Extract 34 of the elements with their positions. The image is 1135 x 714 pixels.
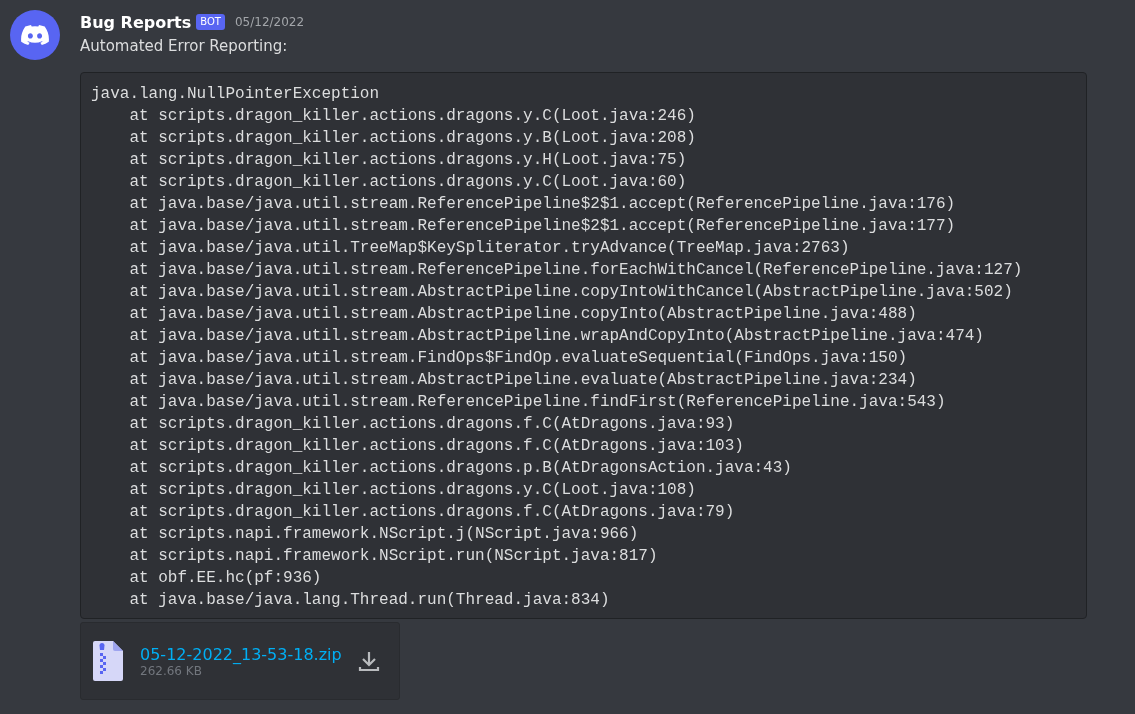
- code-line: at scripts.dragon_killer.actions.dragons.y.C(Loot.java:108): [128, 480, 697, 501]
- file-link[interactable]: 05-12-2022_13-53-18.zip: [140, 644, 357, 664]
- code-line: at java.base/java.util.stream.AbstractPipeline.copyInto(AbstractPipeline.java:488): [128, 304, 918, 325]
- code-line: at java.base/java.util.stream.ReferencePipeline.findFirst(ReferencePipeline.java:543): [128, 392, 947, 413]
- code-line: at java.base/java.util.stream.ReferencePipeline.forEachWithCancel(ReferencePipeline.java:127): [128, 260, 1024, 281]
- code-line: at scripts.dragon_killer.actions.dragons.y.C(Loot.java:246): [128, 106, 697, 127]
- game-controller-icon: [21, 25, 49, 45]
- code-line: at java.base/java.util.TreeMap$KeySpliterator.tryAdvance(TreeMap.java:2763): [128, 238, 851, 259]
- code-line: at scripts.dragon_killer.actions.dragons.f.C(AtDragons.java:103): [128, 436, 745, 457]
- message-text: Automated Error Reporting:: [80, 36, 289, 57]
- code-line: at scripts.dragon_killer.actions.dragons.p.B(AtDragonsAction.java:43): [128, 458, 793, 479]
- file-size: 262.66 KB: [140, 663, 202, 678]
- code-line: at obf.EE.hc(pf:936): [128, 568, 323, 589]
- code-line: at scripts.dragon_killer.actions.dragons.f.C(AtDragons.java:79): [128, 502, 736, 523]
- code-line: at java.base/java.util.stream.ReferencePipeline$2$1.accept(ReferencePipeline.java:176): [128, 194, 957, 215]
- code-line: at java.base/java.lang.Thread.run(Thread.java:834): [128, 590, 611, 611]
- code-line: at scripts.napi.framework.NScript.j(NScript.java:966): [128, 524, 640, 545]
- code-line: at scripts.dragon_killer.actions.dragons.f.C(AtDragons.java:93): [128, 414, 736, 435]
- code-line: at java.base/java.util.stream.AbstractPipeline.wrapAndCopyInto(AbstractPipeline.java:474): [128, 326, 985, 347]
- code-line: at java.base/java.util.stream.FindOps$FindOp.evaluateSequential(FindOps.java:150): [128, 348, 909, 369]
- bot-tag: BOT: [196, 14, 225, 30]
- code-line: at java.base/java.util.stream.ReferencePipeline$2$1.accept(ReferencePipeline.java:177): [128, 216, 957, 237]
- code-line: at scripts.napi.framework.NScript.run(NScript.java:817): [128, 546, 659, 567]
- code-line: at scripts.dragon_killer.actions.dragons.y.H(Loot.java:75): [128, 150, 688, 171]
- code-line: at java.base/java.util.stream.AbstractPipeline.evaluate(AbstractPipeline.java:234): [128, 370, 918, 391]
- author-name[interactable]: Bug Reports: [80, 12, 192, 32]
- code-line: at java.base/java.util.stream.AbstractPipeline.copyIntoWithCancel(AbstractPipeline.java:502): [128, 282, 1014, 303]
- zip-file-icon: [93, 641, 123, 681]
- code-line: at scripts.dragon_killer.actions.dragons.y.C(Loot.java:60): [128, 172, 688, 193]
- timestamp: 05/12/2022: [234, 15, 305, 29]
- avatar[interactable]: [10, 10, 60, 60]
- download-icon[interactable]: [357, 649, 381, 673]
- code-line: java.lang.NullPointerException: [91, 84, 381, 105]
- code-line: at scripts.dragon_killer.actions.dragons.y.B(Loot.java:208): [128, 128, 697, 149]
